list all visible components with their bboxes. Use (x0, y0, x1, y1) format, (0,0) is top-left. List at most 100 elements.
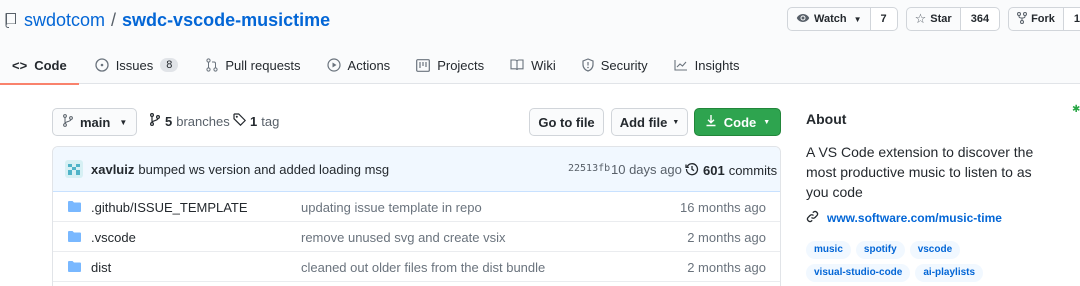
topics-list: music spotify vscode visual-studio-code … (806, 241, 1046, 282)
fork-label: Fork (1031, 13, 1055, 25)
file-name-link[interactable]: .github/ISSUE_TEMPLATE (91, 200, 248, 215)
status-indicator-icon: ✱ (1072, 104, 1080, 115)
issue-opened-icon (95, 58, 109, 72)
tab-pull-requests[interactable]: Pull requests (194, 46, 312, 84)
watch-count[interactable]: 7 (870, 7, 898, 31)
git-branch-icon (149, 113, 161, 129)
commits-count: 601 (703, 163, 725, 178)
shield-icon (582, 58, 594, 72)
tab-projects-label: Projects (437, 57, 485, 73)
history-icon (685, 162, 699, 179)
issues-counter: 8 (160, 58, 179, 72)
repo-header: swdotcom / swdc-vscode-musictime Watch ▼… (0, 0, 1080, 85)
git-branch-icon (63, 114, 73, 130)
project-icon (416, 58, 431, 72)
tab-code[interactable]: <> Code (0, 46, 79, 85)
pull-request-icon (206, 58, 218, 72)
about-title: About (806, 111, 847, 127)
download-icon (705, 114, 717, 130)
topic-tag[interactable]: ai-playlists (915, 264, 984, 282)
homepage-link[interactable]: www.software.com/music-time (806, 210, 1002, 226)
repo-nav: <> Code Issues 8 Pull requests Actions P… (0, 46, 752, 85)
tab-insights-label: Insights (694, 57, 740, 73)
tags-label: tag (261, 113, 280, 129)
topic-tag[interactable]: vscode (909, 241, 961, 259)
chevron-down-icon: ▼ (672, 118, 680, 126)
chevron-down-icon: ▼ (853, 14, 862, 24)
watch-group: Watch ▼ 7 (787, 7, 898, 31)
file-commit-message[interactable]: cleaned out older files from the dist bu… (301, 260, 545, 275)
branches-label: branches (176, 113, 230, 129)
file-name-link[interactable]: .vscode (91, 230, 136, 245)
repo-title: swdotcom / swdc-vscode-musictime (4, 8, 330, 32)
star-group: ☆ Star 364 (905, 7, 1001, 31)
homepage-url: www.software.com/music-time (827, 211, 1002, 225)
tab-security[interactable]: Security (570, 46, 660, 84)
star-button[interactable]: ☆ Star (905, 7, 961, 31)
folder-icon (68, 261, 81, 272)
file-row[interactable]: .github/ISSUE_TEMPLATE updating issue te… (53, 192, 780, 222)
tab-issues[interactable]: Issues 8 (83, 46, 191, 84)
commit-author[interactable]: xavluiz (91, 162, 134, 177)
fork-button[interactable]: Fork (1008, 7, 1064, 31)
repo-owner-link[interactable]: swdotcom (24, 10, 105, 31)
commits-label: commits (728, 163, 778, 178)
add-file-button[interactable]: Add file ▼ (611, 108, 688, 136)
tab-wiki[interactable]: Wiki (498, 46, 568, 84)
star-label: Star (930, 13, 952, 25)
code-download-button[interactable]: Code ▼ (694, 108, 781, 136)
repo-icon (4, 12, 18, 28)
file-browser: xavluiz bumped ws version and added load… (52, 146, 781, 286)
tab-code-label: Code (34, 57, 67, 73)
file-name-link[interactable]: dist (91, 260, 111, 275)
file-row[interactable]: dist cleaned out older files from the di… (53, 252, 780, 282)
fork-group: Fork 13 (1008, 7, 1080, 31)
tag-icon (233, 113, 247, 129)
topic-tag[interactable]: visual-studio-code (806, 264, 911, 282)
file-row[interactable]: .vscode remove unused svg and create vsi… (53, 222, 780, 252)
chevron-down-icon: ▼ (119, 117, 128, 127)
link-icon (806, 210, 819, 226)
topic-tag[interactable]: spotify (855, 241, 905, 259)
star-icon: ☆ (914, 11, 927, 26)
repo-name-link[interactable]: swdc-vscode-musictime (122, 10, 330, 31)
branch-name: main (80, 114, 111, 130)
branch-select-button[interactable]: main ▼ (52, 108, 137, 136)
latest-commit-bar: xavluiz bumped ws version and added load… (53, 147, 780, 192)
graph-icon (674, 59, 688, 71)
file-age: 2 months ago (687, 260, 766, 275)
fork-count[interactable]: 13 (1063, 7, 1080, 31)
tab-security-label: Security (600, 57, 648, 73)
eye-icon (796, 13, 810, 26)
folder-icon (68, 231, 81, 242)
tab-wiki-label: Wiki (531, 57, 556, 73)
book-icon (510, 59, 524, 71)
play-icon (326, 58, 341, 72)
add-file-label: Add file (619, 114, 668, 130)
file-commit-message[interactable]: updating issue template in repo (301, 200, 482, 215)
tab-pull-requests-label: Pull requests (225, 57, 301, 73)
repo-actions: Watch ▼ 7 ☆ Star 364 Fork 13 (787, 7, 1080, 31)
go-to-file-button[interactable]: Go to file (529, 108, 604, 136)
tags-link[interactable]: 1 tag (233, 113, 279, 129)
commit-message[interactable]: bumped ws version and added loading msg (138, 162, 389, 177)
tab-insights[interactable]: Insights (662, 46, 752, 84)
code-button-label: Code (723, 114, 757, 130)
watch-button[interactable]: Watch ▼ (787, 7, 871, 31)
tab-issues-label: Issues (115, 57, 154, 73)
file-age: 16 months ago (679, 200, 766, 215)
branches-link[interactable]: 5 branches (149, 113, 230, 129)
topic-tag[interactable]: music (806, 241, 851, 259)
file-commit-message[interactable]: remove unused svg and create vsix (301, 230, 506, 245)
folder-icon (68, 201, 81, 212)
branches-count: 5 (165, 113, 173, 129)
tab-projects[interactable]: Projects (404, 46, 496, 84)
commits-link[interactable]: 601 commits (685, 162, 777, 179)
commit-sha[interactable]: 22513fb (568, 163, 610, 174)
tab-actions[interactable]: Actions (315, 46, 403, 84)
repo-separator: / (111, 9, 117, 30)
commit-age: 10 days ago (611, 162, 682, 177)
tab-actions-label: Actions (347, 57, 391, 73)
star-count[interactable]: 364 (960, 7, 1001, 31)
avatar[interactable] (65, 160, 83, 178)
